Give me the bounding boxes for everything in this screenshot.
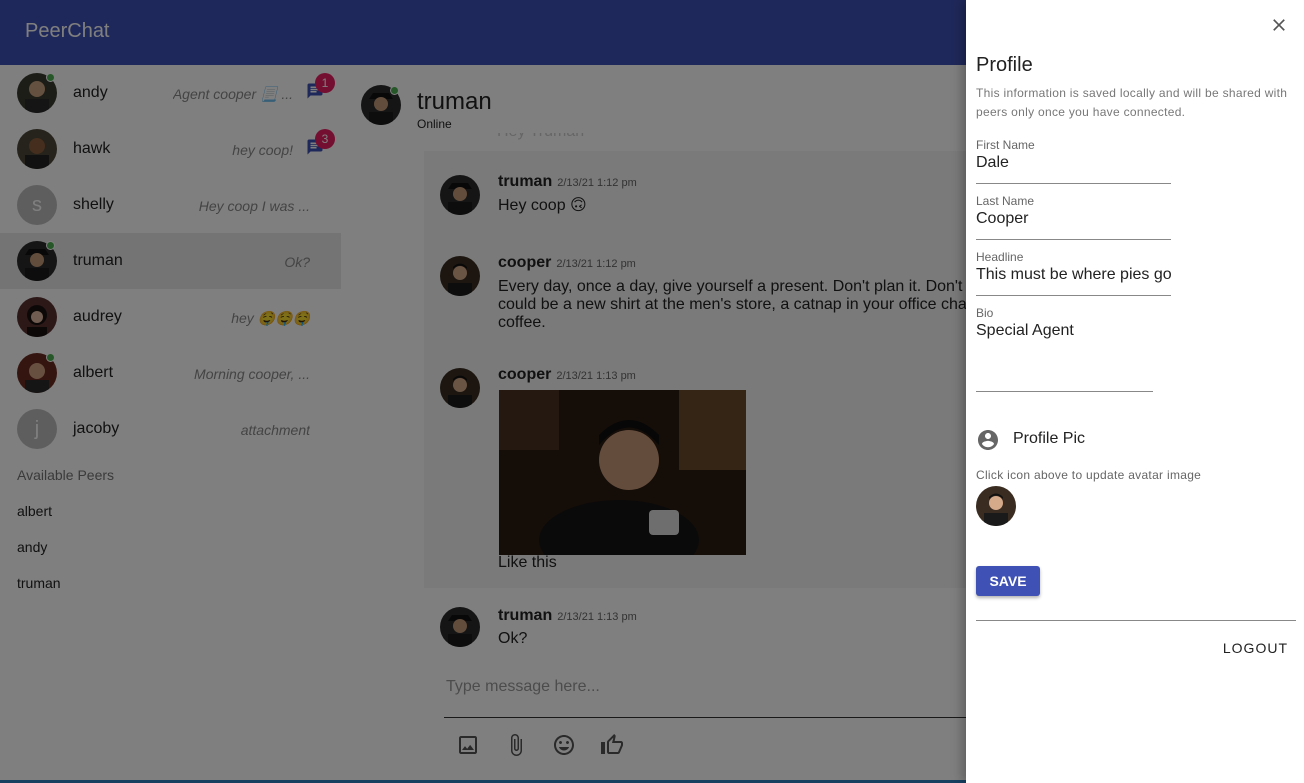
field-value[interactable]: Cooper — [976, 210, 1171, 232]
modal-backdrop[interactable] — [0, 0, 966, 783]
field-underline — [976, 183, 1171, 184]
logout-button[interactable]: LOGOUT — [1223, 640, 1288, 656]
field-underline — [976, 239, 1171, 240]
close-button[interactable] — [1266, 12, 1292, 38]
field-value[interactable]: Dale — [976, 154, 1171, 176]
account-circle-icon[interactable] — [976, 428, 1000, 452]
save-button[interactable]: SAVE — [976, 566, 1040, 596]
profile-avatar[interactable] — [976, 486, 1016, 526]
field-label: Last Name — [976, 194, 1035, 208]
bio-underline — [976, 391, 1153, 392]
app-root: PeerChat andy Agent cooper 📃 ... 1 hawk … — [0, 0, 1304, 783]
close-icon — [1273, 19, 1285, 31]
field-value[interactable]: Special Agent — [976, 322, 1171, 344]
field-label: Headline — [976, 250, 1024, 264]
field-label: First Name — [976, 138, 1035, 152]
profile-heading: Profile — [976, 54, 1033, 76]
profile-pic-hint: Click icon above to update avatar image — [976, 468, 1202, 482]
field-label: Bio — [976, 306, 994, 320]
profile-pic-button[interactable]: Profile Pic — [976, 428, 1085, 452]
divider — [976, 620, 1296, 621]
field-underline — [976, 295, 1171, 296]
field-value[interactable]: This must be where pies go — [976, 266, 1171, 288]
profile-description: This information is saved locally and wi… — [976, 86, 1288, 119]
profile-pic-label: Profile Pic — [1013, 430, 1086, 447]
profile-drawer: Profile This information is saved locall… — [966, 0, 1304, 783]
